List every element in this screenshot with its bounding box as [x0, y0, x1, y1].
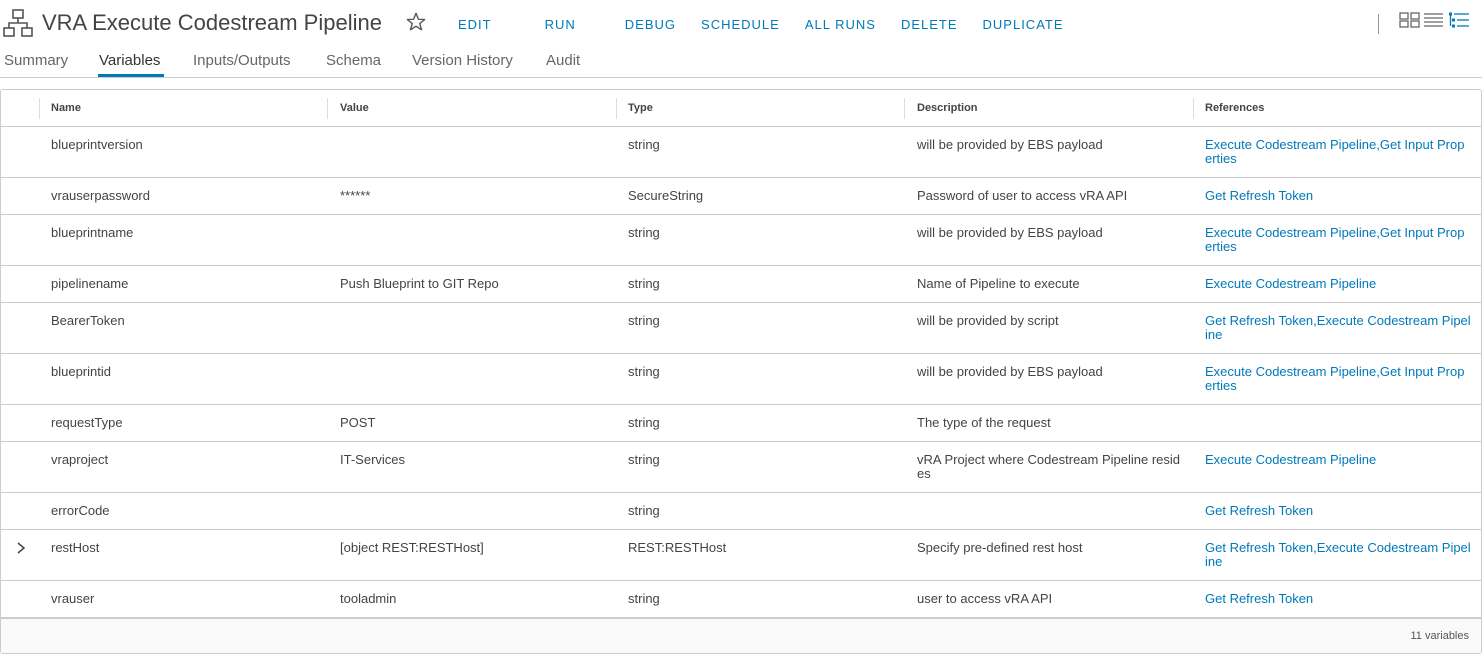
cell-description: Password of user to access vRA API: [917, 188, 1128, 203]
table-row[interactable]: vrauserpassword ****** SecureString Passwor…: [1, 178, 1481, 215]
table-row[interactable]: BearerToken string will be provided by scr…: [1, 303, 1481, 354]
tab-variables[interactable]: Variables: [99, 52, 160, 69]
cell-description: will be provided by script: [917, 313, 1059, 328]
cell-name: vraproject: [51, 452, 109, 467]
table-row[interactable]: blueprintid string will be provided by EBS…: [1, 354, 1481, 405]
cell-value: ******: [340, 188, 371, 203]
column-header-references[interactable]: References: [1205, 102, 1264, 114]
cell-name: blueprintid: [51, 364, 111, 379]
cell-type: REST:RESTHost: [628, 540, 727, 555]
column-separator[interactable]: [39, 98, 40, 119]
cell-references[interactable]: Execute Codestream Pipeline,Get Input Pr…: [1205, 138, 1471, 166]
cell-type: SecureString: [628, 188, 704, 203]
cell-value: tooladmin: [340, 591, 397, 606]
cell-description: will be provided by EBS payload: [917, 225, 1103, 240]
card-view-icon[interactable]: [1399, 11, 1421, 29]
cell-name: BearerToken: [51, 313, 125, 328]
cell-references[interactable]: Get Refresh Token,Execute Codestream Pip…: [1205, 541, 1471, 569]
cell-name: blueprintversion: [51, 137, 143, 152]
table-row[interactable]: restHost [object REST:RESTHost] REST:RESTH…: [1, 530, 1481, 581]
table-row[interactable]: vraproject IT-Services string vRA Project w…: [1, 442, 1481, 493]
column-header-value[interactable]: Value: [340, 102, 369, 114]
cell-type: string: [628, 276, 660, 291]
header: VRA Execute Codestream Pipeline EDIT RUN…: [0, 0, 1482, 48]
page-title: VRA Execute Codestream Pipeline: [42, 10, 382, 35]
toolbar: EDIT RUN DEBUG SCHEDULE ALL RUNS DELETE …: [458, 17, 1089, 32]
variable-count: 11 variables: [1410, 630, 1470, 642]
tab-inputs-outputs[interactable]: Inputs/Outputs: [193, 52, 291, 69]
cell-type: string: [628, 137, 660, 152]
cell-description: Specify pre-defined rest host: [917, 540, 1083, 555]
column-header-type[interactable]: Type: [628, 102, 653, 114]
column-separator[interactable]: [904, 98, 905, 119]
column-separator[interactable]: [1193, 98, 1194, 119]
cell-name: requestType: [51, 415, 123, 430]
column-separator[interactable]: [616, 98, 617, 119]
table-header: Name Value Type Description References: [1, 90, 1481, 127]
table-row[interactable]: pipelinename Push Blueprint to GIT Repo st…: [1, 266, 1481, 303]
tab-audit[interactable]: Audit: [546, 52, 580, 69]
chevron-right-icon[interactable]: [15, 541, 27, 555]
cell-name: errorCode: [51, 503, 110, 518]
star-icon[interactable]: [405, 11, 427, 33]
table-footer: 11 variables: [1, 618, 1481, 653]
table-row[interactable]: errorCode string Get Refresh Token: [1, 493, 1481, 530]
cell-name: blueprintname: [51, 225, 134, 240]
cell-description: Name of Pipeline to execute: [917, 276, 1080, 291]
variables-table: Name Value Type Description References b…: [0, 89, 1482, 654]
cell-references[interactable]: Execute Codestream Pipeline,Get Input Pr…: [1205, 365, 1471, 393]
detail-view-icon[interactable]: [1448, 11, 1470, 29]
cell-references[interactable]: Execute Codestream Pipeline,Get Input Pr…: [1205, 226, 1471, 254]
cell-type: string: [628, 364, 660, 379]
cell-value: IT-Services: [340, 452, 406, 467]
column-separator[interactable]: [327, 98, 328, 119]
edit-button[interactable]: EDIT: [458, 17, 492, 32]
tab-bar: Summary Variables Inputs/Outputs Schema …: [0, 50, 1482, 78]
cell-name: restHost: [51, 540, 100, 555]
table-row[interactable]: blueprintname string will be provided by E…: [1, 215, 1481, 266]
cell-references[interactable]: Get Refresh Token,Execute Codestream Pip…: [1205, 314, 1471, 342]
cell-name: pipelinename: [51, 276, 129, 291]
column-header-description[interactable]: Description: [917, 102, 978, 114]
cell-description: The type of the request: [917, 415, 1051, 430]
table-row[interactable]: blueprintversion string will be provided b…: [1, 127, 1481, 178]
cell-description: vRA Project where Codestream Pipeline re…: [917, 452, 1181, 481]
schedule-button[interactable]: SCHEDULE: [701, 17, 780, 32]
cell-name: vrauserpassword: [51, 188, 150, 203]
cell-references[interactable]: Get Refresh Token: [1205, 189, 1471, 203]
duplicate-button[interactable]: DUPLICATE: [983, 17, 1064, 32]
all-runs-button[interactable]: ALL RUNS: [805, 17, 876, 32]
cell-value: [object REST:RESTHost]: [340, 540, 484, 555]
tab-version-history[interactable]: Version History: [412, 52, 513, 69]
cell-type: string: [628, 452, 660, 467]
tab-schema[interactable]: Schema: [326, 52, 381, 69]
cell-description: will be provided by EBS payload: [917, 137, 1103, 152]
cell-type: string: [628, 503, 660, 518]
table-row[interactable]: vrauser tooladmin string user to access vRA…: [1, 581, 1481, 618]
cell-type: string: [628, 225, 660, 240]
workflow-icon: [3, 9, 33, 37]
cell-references[interactable]: Execute Codestream Pipeline: [1205, 453, 1471, 467]
column-header-name[interactable]: Name: [51, 102, 81, 114]
cell-type: string: [628, 591, 660, 606]
cell-references[interactable]: Get Refresh Token: [1205, 504, 1471, 518]
tab-summary[interactable]: Summary: [4, 52, 68, 69]
cell-type: string: [628, 313, 660, 328]
cell-type: string: [628, 415, 660, 430]
table-row[interactable]: requestType POST string The type of the req…: [1, 405, 1481, 442]
toolbar-divider: [1378, 14, 1379, 34]
cell-description: will be provided by EBS payload: [917, 364, 1103, 379]
cell-value: POST: [340, 415, 376, 430]
cell-value: Push Blueprint to GIT Repo: [340, 276, 499, 291]
run-button[interactable]: RUN: [545, 17, 576, 32]
cell-references[interactable]: Get Refresh Token: [1205, 592, 1471, 606]
cell-name: vrauser: [51, 591, 95, 606]
cell-references[interactable]: Execute Codestream Pipeline: [1205, 277, 1471, 291]
delete-button[interactable]: DELETE: [901, 17, 958, 32]
cell-description: user to access vRA API: [917, 591, 1053, 606]
active-tab-indicator: [98, 74, 164, 77]
list-view-icon[interactable]: [1423, 11, 1445, 29]
debug-button[interactable]: DEBUG: [625, 17, 676, 32]
